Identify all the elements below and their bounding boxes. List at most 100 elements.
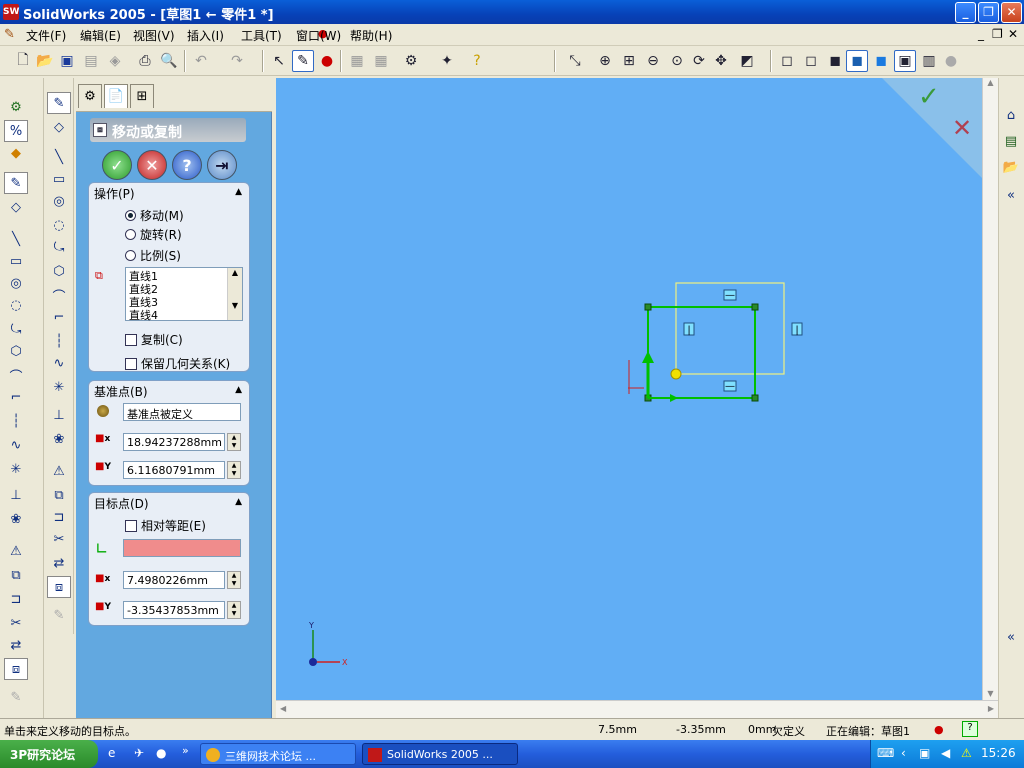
minimize-button[interactable]: _ <box>955 2 976 23</box>
dimension-icon[interactable]: % <box>4 120 28 142</box>
smart-dim-2-icon[interactable]: ◇ <box>47 116 71 138</box>
circle-2-icon[interactable]: ◎ <box>47 190 71 212</box>
menu-insert[interactable]: 插入(I) <box>187 27 224 44</box>
standard-views-icon[interactable]: ◩ <box>736 50 758 72</box>
fillet-icon[interactable]: ⌐ <box>4 386 28 408</box>
three-point-arc-icon[interactable]: ⌒ <box>4 364 28 386</box>
rebuild-indicator-icon[interactable]: ● <box>934 723 944 736</box>
base-y-spinner[interactable]: ▲ ▼ <box>227 461 241 479</box>
base-y-input[interactable]: 6.11680791mm <box>123 461 225 479</box>
menu-tools[interactable]: 工具(T) <box>241 27 282 44</box>
ok-button[interactable]: ✓ <box>102 150 132 180</box>
maximize-button[interactable]: ❐ <box>978 2 999 23</box>
zoom-fit-icon[interactable]: ⊕ <box>594 50 616 72</box>
base-point-header[interactable]: 基准点(B) ▲ <box>89 381 249 399</box>
point-2-icon[interactable]: ✳ <box>47 376 71 398</box>
radio-dot[interactable] <box>125 250 136 261</box>
sketch-vertex[interactable] <box>751 394 759 402</box>
quicklaunch-icon[interactable]: ✈ <box>134 746 144 760</box>
scroll-right-icon[interactable]: ▶ <box>988 704 994 713</box>
menu-window[interactable]: 窗口(W) <box>296 27 341 44</box>
radio-scale[interactable]: 比例(S) <box>125 247 181 264</box>
design-library-icon[interactable]: ▤ <box>1000 130 1022 152</box>
open-folder-icon[interactable]: 📂 <box>34 50 56 72</box>
doc-minimize-button[interactable]: _ <box>978 27 984 41</box>
smart-dimension-icon[interactable]: ◇ <box>4 196 28 218</box>
modify-sketch-icon[interactable]: ✎ <box>4 686 28 708</box>
zoom-selection-icon[interactable]: ⊙ <box>666 50 688 72</box>
collapse-chevron-icon[interactable]: ▲ <box>235 385 242 395</box>
relative-offset-checkbox[interactable]: 相对等距(E) <box>125 517 206 534</box>
3d-sketch-icon[interactable]: ⚙ <box>4 96 28 118</box>
menu-help[interactable]: 帮助(H) <box>350 27 392 44</box>
destination-header[interactable]: 目标点(D) ▲ <box>89 493 249 511</box>
line-2-icon[interactable]: ╲ <box>47 146 71 168</box>
list-item[interactable]: 直线2 <box>129 283 242 296</box>
extend-2-icon[interactable]: ⇄ <box>47 552 71 574</box>
tab-property-manager[interactable]: 📄 <box>104 84 128 108</box>
zoom-in-out-icon[interactable]: ⊖ <box>642 50 664 72</box>
dest-x-input[interactable]: 7.4980226mm <box>123 571 225 589</box>
quick-tips-button[interactable]: ? <box>962 721 978 737</box>
rotate-view-icon[interactable]: ⟳ <box>688 50 710 72</box>
centerline-icon[interactable]: ┆ <box>4 410 28 432</box>
close-button[interactable]: ✕ <box>1001 2 1022 23</box>
grid-icon[interactable]: ▦ <box>346 50 368 72</box>
quicklaunch-more-icon[interactable]: » <box>182 744 189 757</box>
expand-pane-icon[interactable]: « <box>1000 626 1022 648</box>
sketch-icon[interactable]: ✎ <box>292 50 314 72</box>
base-x-spinner[interactable]: ▲ ▼ <box>227 433 241 451</box>
tangent-arc-icon[interactable]: ⤿ <box>4 318 28 340</box>
undo-icon[interactable]: ↶ <box>190 50 212 72</box>
add-relation-icon[interactable]: ⊥ <box>4 484 28 506</box>
keep-relations-checkbox[interactable]: 保留几何关系(K) <box>125 355 230 372</box>
new-file-icon[interactable]: 🗋 <box>12 50 34 72</box>
sketch-mode-icon[interactable]: ✎ <box>4 172 28 194</box>
quicklaunch-media-icon[interactable]: ● <box>156 746 166 760</box>
make-assembly-icon[interactable]: ◈ <box>104 50 126 72</box>
options-icon[interactable]: ⚙ <box>400 50 422 72</box>
display-relations-2-icon[interactable]: ❀ <box>47 428 71 450</box>
pan-icon[interactable]: ✥ <box>710 50 732 72</box>
clock[interactable]: 15:26 <box>981 746 1016 760</box>
doc-close-button[interactable]: ✕ <box>1008 27 1018 41</box>
scroll-down-icon[interactable]: ▼ <box>228 301 242 310</box>
pin-button[interactable]: ⇥ <box>207 150 237 180</box>
network-icon[interactable]: ▣ <box>919 746 930 760</box>
point-icon[interactable]: ✳ <box>4 458 28 480</box>
radio-move[interactable]: 移动(M) <box>125 207 184 224</box>
keyboard-icon[interactable]: ⌨ <box>877 746 894 760</box>
rebuild-icon[interactable]: ● <box>316 50 338 72</box>
taskbar-item-browser[interactable]: 三维网技术论坛 ... <box>200 743 356 765</box>
horizontal-scrollbar[interactable]: ◀ ▶ <box>276 700 998 718</box>
move-copy-icon[interactable]: ⧈ <box>4 658 28 680</box>
add-relation-2-icon[interactable]: ⊥ <box>47 404 71 426</box>
list-item[interactable]: 直线3 <box>129 296 242 309</box>
radio-dot[interactable] <box>125 210 136 221</box>
customize-icon[interactable]: ✦ <box>436 50 458 72</box>
trim-icon[interactable]: ✂ <box>4 612 28 634</box>
tangent-arc-2-icon[interactable]: ⤿ <box>47 236 71 258</box>
home-icon[interactable]: ⌂ <box>1000 104 1022 126</box>
offset-entities-icon[interactable]: ⧉ <box>4 564 28 586</box>
checkbox-box[interactable] <box>125 333 137 346</box>
scroll-left-icon[interactable]: ◀ <box>280 704 286 713</box>
menu-edit[interactable]: 编辑(E) <box>80 27 121 44</box>
centerpoint-arc-2-icon[interactable]: ◌ <box>47 214 71 236</box>
extend-icon[interactable]: ⇄ <box>4 634 28 656</box>
scroll-up-icon[interactable]: ▲ <box>228 268 242 277</box>
graphics-area[interactable]: — — | | Y X ✓ ✕ <box>276 78 982 700</box>
radio-dot[interactable] <box>125 229 136 240</box>
centerline-2-icon[interactable]: ┆ <box>47 330 71 352</box>
checkbox-box[interactable] <box>125 519 137 532</box>
entity-list[interactable]: 直线1 直线2 直线3 直线4 <box>125 267 243 322</box>
sketch-vertex[interactable] <box>751 303 759 311</box>
grid-snap-icon[interactable]: ▦ <box>370 50 392 72</box>
rectangle-icon[interactable]: ▭ <box>4 250 28 272</box>
operation-header[interactable]: 操作(P) ▲ <box>89 183 249 201</box>
rectangle-2-icon[interactable]: ▭ <box>47 168 71 190</box>
wireframe-icon[interactable]: ◻ <box>776 50 798 72</box>
polygon-2-icon[interactable]: ⬡ <box>47 260 71 282</box>
move-copy-2-icon[interactable]: ⧈ <box>47 576 71 598</box>
modify-2-icon[interactable]: ✎ <box>47 604 71 626</box>
